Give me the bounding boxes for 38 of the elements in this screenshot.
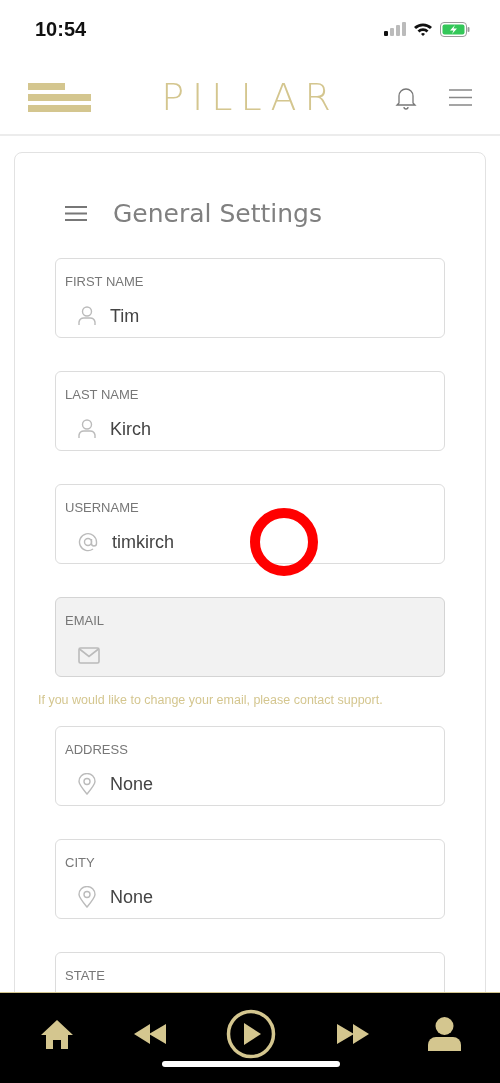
home-icon[interactable]: [40, 1018, 74, 1050]
field-label: FIRST NAME: [65, 274, 144, 289]
input-field[interactable]: STATE: [55, 952, 445, 992]
field-value: None: [110, 773, 154, 795]
menu-icon[interactable]: [449, 88, 472, 106]
field-label: LAST NAME: [65, 387, 139, 402]
signal-icon: [384, 22, 406, 36]
battery-icon: [440, 21, 470, 37]
field-label: USERNAME: [65, 500, 139, 515]
input-field[interactable]: USERNAME timkirch: [55, 484, 445, 564]
fast-forward-icon[interactable]: [335, 1024, 369, 1044]
field-value: Tim: [110, 305, 140, 327]
play-button-icon[interactable]: [226, 1009, 276, 1059]
person-icon[interactable]: [428, 1017, 461, 1051]
person-icon: [78, 419, 96, 439]
location-pin-icon: [78, 886, 96, 908]
field-value: timkirch: [112, 531, 174, 553]
wifi-icon: [413, 21, 433, 37]
menu-icon[interactable]: [65, 206, 87, 221]
rewind-icon[interactable]: [133, 1024, 167, 1044]
field-label: ADDRESS: [65, 742, 128, 757]
status-time: 10:54: [35, 17, 87, 41]
field-value: Kirch: [110, 418, 151, 440]
page-title: General Settings: [113, 199, 322, 228]
person-icon: [78, 306, 96, 326]
field-label: EMAIL: [65, 613, 104, 628]
input-field[interactable]: FIRST NAME Tim: [55, 258, 445, 338]
field-value: None: [110, 886, 154, 908]
envelope-icon: [78, 646, 100, 664]
input-field[interactable]: CITY None: [55, 839, 445, 919]
field-label: STATE: [65, 968, 105, 983]
field-label: CITY: [65, 855, 95, 870]
logo-text: PILLAR: [161, 75, 339, 119]
input-field[interactable]: ADDRESS None: [55, 726, 445, 806]
at-sign-icon: [78, 532, 98, 552]
location-pin-icon: [78, 773, 96, 795]
help-text: If you would like to change your email, please contact support.: [38, 693, 384, 707]
input-field[interactable]: LAST NAME Kirch: [55, 371, 445, 451]
